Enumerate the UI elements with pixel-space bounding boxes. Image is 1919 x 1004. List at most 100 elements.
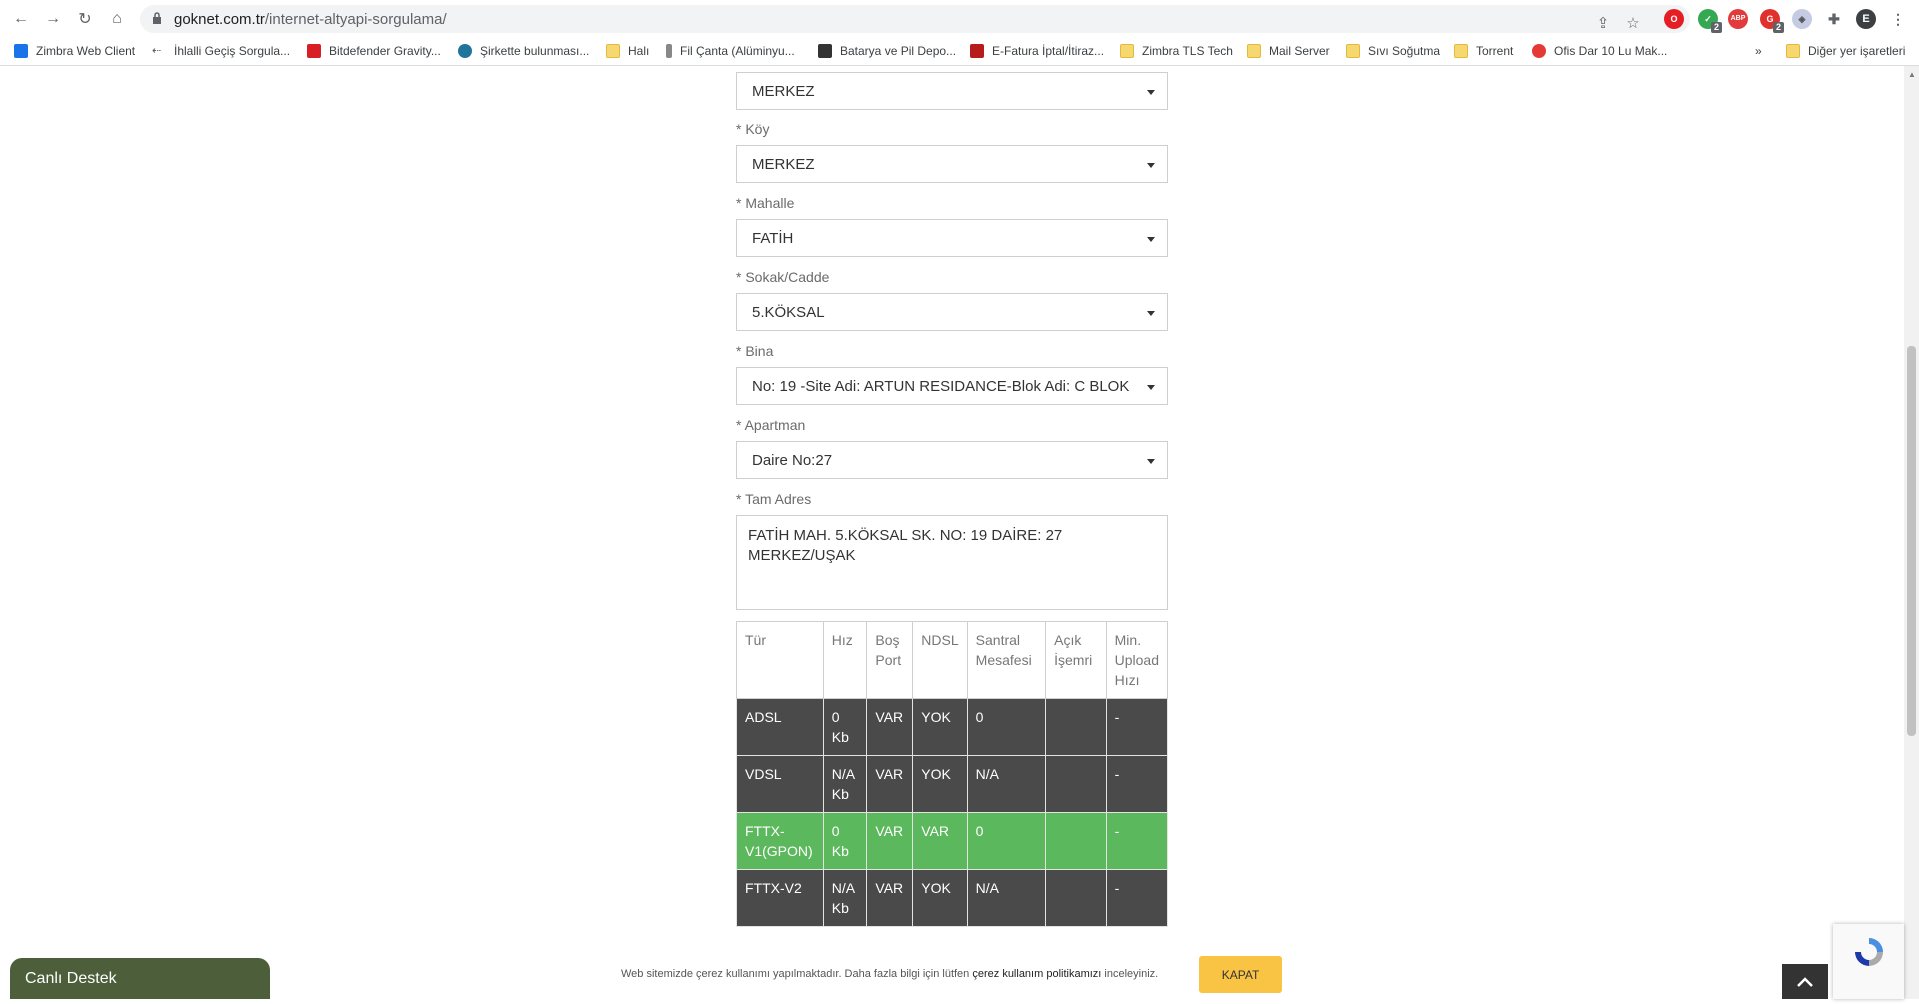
caret-down-icon: [1147, 311, 1155, 316]
bookmark-label: Torrent: [1476, 44, 1514, 58]
adblock-extension-icon[interactable]: ABP: [1728, 9, 1748, 29]
infrastructure-results-table: Tür Hız Boş Port NDSL Santral Mesafesi A…: [736, 621, 1169, 927]
share-icon[interactable]: ⇪: [1594, 15, 1612, 33]
table-cell: VAR: [866, 869, 914, 927]
table-cell: -: [1105, 755, 1169, 813]
cookie-notice: Web sitemizde çerez kullanımı yapılmakta…: [621, 968, 1158, 980]
extension-badge: 2: [1773, 22, 1784, 33]
table-header: NDSL: [912, 621, 968, 699]
arrow-icon: ⇠: [152, 45, 162, 57]
apartment-select[interactable]: Daire No:27: [736, 441, 1168, 479]
table-cell: YOK: [912, 755, 968, 813]
bookmark-item[interactable]: Batarya ve Pil Depo...: [818, 42, 956, 60]
bookmark-label: Halı: [628, 44, 650, 58]
bookmark-item[interactable]: Halı: [606, 42, 649, 60]
table-header: Min. Upload Hızı: [1105, 621, 1169, 699]
live-support-label: Canlı Destek: [25, 970, 117, 987]
scroll-thumb[interactable]: [1907, 346, 1916, 736]
table-cell: N/A: [966, 755, 1047, 813]
puzzle-icon[interactable]: ✚: [1824, 9, 1844, 29]
table-row: FTTX-V2 N/A Kb VAR YOK N/A -: [736, 869, 1169, 927]
neighborhood-label: * Mahalle: [736, 195, 795, 211]
bookmark-item[interactable]: Fil Çanta (Alüminyu...: [666, 42, 795, 60]
table-cell: VAR: [866, 698, 914, 756]
bookmark-item[interactable]: Zimbra TLS Tech: [1120, 42, 1233, 60]
bookmark-label: Bitdefender Gravity...: [329, 44, 441, 58]
bookmark-label: Fil Çanta (Alüminyu...: [680, 44, 795, 58]
cookie-policy-link[interactable]: çerez kullanım politikamızı: [972, 968, 1101, 980]
bookmark-item[interactable]: Torrent: [1454, 42, 1513, 60]
table-cell: N/A Kb: [822, 755, 868, 813]
table-header: Boş Port: [866, 621, 914, 699]
scroll-up-icon[interactable]: ▲: [1908, 70, 1916, 79]
back-icon[interactable]: ←: [10, 8, 32, 30]
table-cell: VAR: [912, 812, 968, 870]
table-cell: N/A Kb: [822, 869, 868, 927]
lock-icon: [153, 12, 161, 24]
cookie-close-button[interactable]: KAPAT: [1199, 956, 1282, 993]
shield-extension-icon[interactable]: ◈: [1792, 9, 1812, 29]
table-cell: -: [1105, 698, 1169, 756]
table-cell: [1045, 755, 1107, 813]
caret-down-icon: [1147, 237, 1155, 242]
bookmark-item[interactable]: Zimbra Web Client: [14, 42, 135, 60]
village-select[interactable]: MERKEZ: [736, 145, 1168, 183]
table-cell: -: [1105, 869, 1169, 927]
full-address-textarea[interactable]: FATİH MAH. 5.KÖKSAL SK. NO: 19 DAİRE: 27…: [736, 515, 1168, 610]
table-cell: VAR: [866, 755, 914, 813]
bookmark-label: Şirkette bulunması...: [480, 44, 590, 58]
bookmark-item[interactable]: Sıvı Soğutma: [1346, 42, 1440, 60]
url-text: goknet.com.tr/internet-altyapi-sorgulama…: [174, 11, 447, 28]
building-select[interactable]: No: 19 -Site Adi: ARTUN RESIDANCE-Blok A…: [736, 367, 1168, 405]
table-cell: 0 Kb: [822, 698, 868, 756]
bookmark-label: Sıvı Soğutma: [1368, 44, 1441, 58]
table-cell: YOK: [912, 698, 968, 756]
bookmarks-overflow-button[interactable]: »: [1755, 42, 1762, 60]
table-row: VDSL N/A Kb VAR YOK N/A -: [736, 755, 1169, 813]
district-select[interactable]: MERKEZ: [736, 72, 1168, 110]
table-header: Açık İşemri: [1045, 621, 1107, 699]
page-scrollbar[interactable]: ▲: [1904, 66, 1919, 999]
table-header: Hız: [822, 621, 868, 699]
bookmark-item[interactable]: Mail Server: [1247, 42, 1330, 60]
table-cell: 0 Kb: [822, 812, 868, 870]
url-domain: goknet.com.tr: [174, 11, 265, 28]
bookmark-item[interactable]: ⇠ İhlalli Geçiş Sorgula...: [152, 42, 290, 60]
table-cell: 0: [966, 812, 1047, 870]
village-label: * Köy: [736, 121, 770, 137]
folder-icon: [1346, 44, 1360, 58]
opera-extension-icon[interactable]: O: [1664, 9, 1684, 29]
table-cell: FTTX-V1(GPON): [736, 812, 824, 870]
scroll-to-top-button[interactable]: [1782, 964, 1828, 999]
home-icon[interactable]: ⌂: [106, 8, 128, 30]
bookmark-item[interactable]: Bitdefender Gravity...: [307, 42, 441, 60]
table-cell: VDSL: [736, 755, 824, 813]
other-bookmarks[interactable]: Diğer yer işaretleri: [1786, 42, 1905, 60]
bookmark-item[interactable]: Ofis Dar 10 Lu Mak...: [1532, 42, 1667, 60]
wordpress-icon: [458, 44, 472, 58]
bookmark-item[interactable]: E-Fatura İptal/İtiraz...: [970, 42, 1104, 60]
folder-icon: [1247, 44, 1261, 58]
red-extension-icon[interactable]: G2: [1760, 9, 1784, 33]
address-bar[interactable]: goknet.com.tr/internet-altyapi-sorgulama…: [140, 5, 1690, 33]
live-support-button[interactable]: Canlı Destek: [10, 958, 270, 999]
select-value: MERKEZ: [752, 83, 815, 100]
cookie-text: inceleyiniz.: [1101, 968, 1159, 980]
forward-icon[interactable]: →: [42, 8, 64, 30]
check-extension-icon[interactable]: ✓ 2: [1698, 9, 1722, 33]
star-icon[interactable]: ☆: [1624, 15, 1642, 33]
reload-icon[interactable]: ↻: [74, 8, 96, 30]
recaptcha-badge[interactable]: [1833, 924, 1904, 999]
bookmark-item[interactable]: Şirkette bulunması...: [458, 42, 589, 60]
cookie-text: Web sitemizde çerez kullanımı yapılmakta…: [621, 968, 973, 980]
table-cell: [1045, 812, 1107, 870]
table-cell: ADSL: [736, 698, 824, 756]
menu-icon[interactable]: ⋮: [1888, 9, 1908, 29]
table-cell: [1045, 869, 1107, 927]
select-value: No: 19 -Site Adi: ARTUN RESIDANCE-Blok A…: [752, 378, 1130, 395]
street-select[interactable]: 5.KÖKSAL: [736, 293, 1168, 331]
url-path: /internet-altyapi-sorgulama/: [264, 11, 447, 28]
profile-avatar[interactable]: E: [1856, 9, 1876, 29]
table-cell: N/A: [966, 869, 1047, 927]
neighborhood-select[interactable]: FATİH: [736, 219, 1168, 257]
